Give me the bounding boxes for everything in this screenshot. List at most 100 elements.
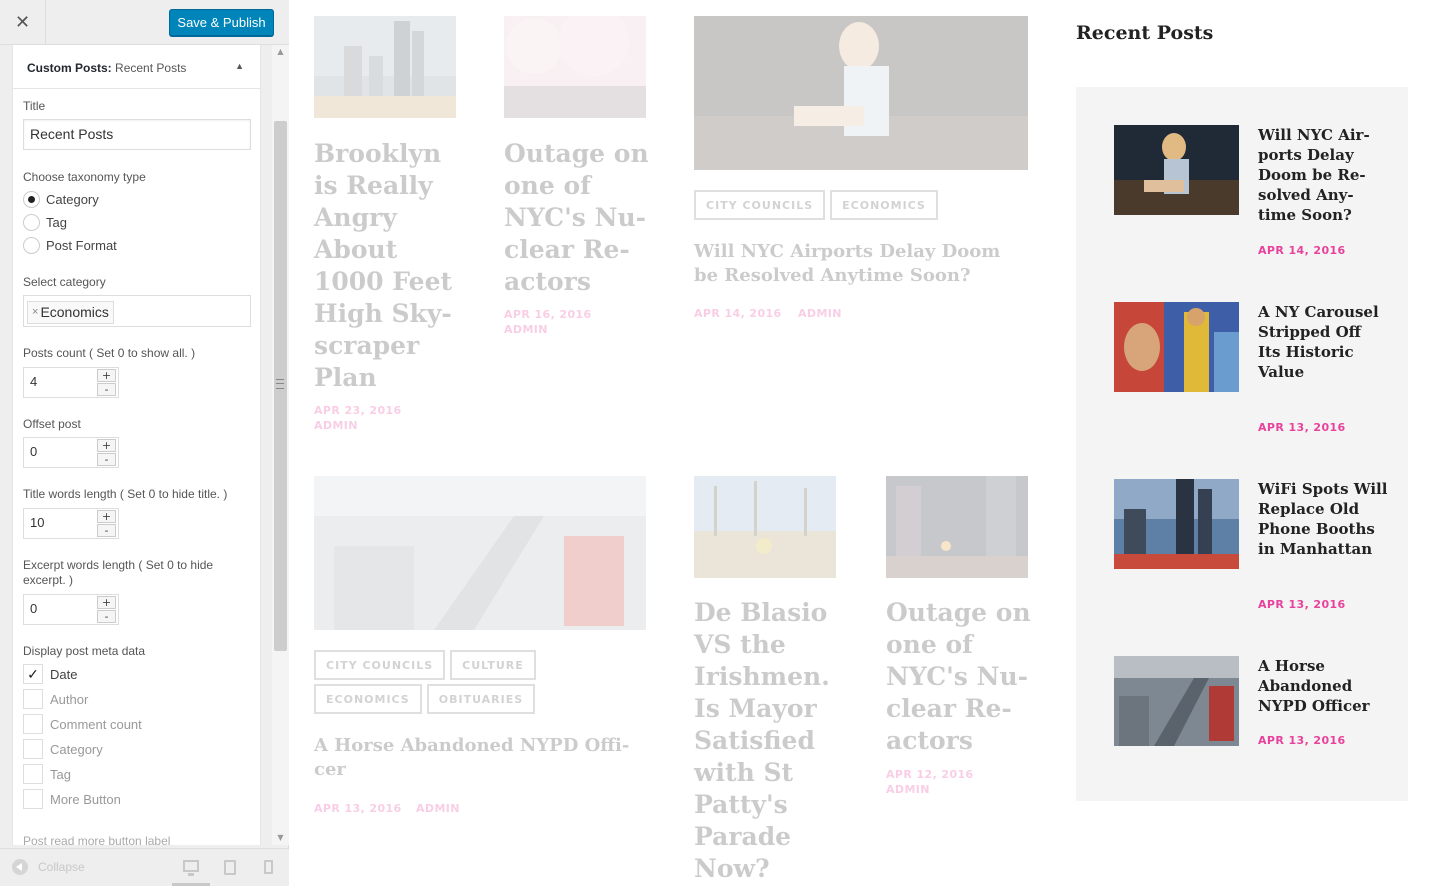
tag-badge[interactable]: CITY COUNCILS xyxy=(694,190,826,220)
meta-category-checkbox[interactable]: Category xyxy=(23,739,103,759)
collapse-button[interactable]: Collapse xyxy=(12,859,85,875)
post-author[interactable]: ADMIN xyxy=(314,419,358,432)
tablet-preview-icon[interactable] xyxy=(224,860,236,875)
widget-title-type: Custom Posts: xyxy=(27,61,112,75)
category-select[interactable]: × Economics xyxy=(23,295,251,327)
decrement-button[interactable]: - xyxy=(97,524,116,537)
checkbox[interactable] xyxy=(23,764,43,784)
post-date: APR 16, 2016 xyxy=(504,308,592,321)
radio-tag[interactable]: Tag xyxy=(23,212,67,232)
meta-date-checkbox[interactable]: ✓ Date xyxy=(23,664,77,684)
post-title[interactable]: Outage on one of NYC's Nu-clear Re-actor… xyxy=(886,597,1036,757)
post-title[interactable]: Outage on one of NYC's Nu-clear Re-actor… xyxy=(504,138,654,298)
tag-badge[interactable]: ECONOMICS xyxy=(830,190,938,220)
resize-grip-icon[interactable] xyxy=(276,379,284,389)
woman-sitting-image xyxy=(694,16,1028,170)
title-words-value[interactable]: 10 xyxy=(30,515,44,530)
offset-stepper[interactable]: 0 + - xyxy=(23,437,119,468)
post-thumbnail[interactable] xyxy=(314,476,646,630)
night-street-image xyxy=(886,476,1028,578)
recent-post-thumbnail[interactable] xyxy=(1114,302,1239,392)
collapse-up-icon[interactable]: ▲ xyxy=(235,61,244,71)
decrement-button[interactable]: - xyxy=(97,453,116,466)
recent-post-thumbnail[interactable] xyxy=(1114,656,1239,746)
post-thumbnail[interactable] xyxy=(314,16,456,118)
post-title[interactable]: A Horse Abandoned NYPD Offi-cer xyxy=(314,734,644,782)
meta-tag-checkbox[interactable]: Tag xyxy=(23,764,71,784)
title-input[interactable]: Recent Posts xyxy=(23,119,251,150)
post-author[interactable]: ADMIN xyxy=(416,802,460,815)
post-title[interactable]: De Blasio VS the Irishmen. Is Mayor Sati… xyxy=(694,597,844,885)
increment-button[interactable]: + xyxy=(97,510,116,523)
widget-panel: Custom Posts: Recent Posts ▲ Title Recen… xyxy=(12,45,261,845)
category-select-label: Select category xyxy=(23,275,106,289)
recent-post-title[interactable]: A NY Carousel Stripped Off Its Historic … xyxy=(1258,302,1388,382)
tag-badge[interactable]: CULTURE xyxy=(450,650,536,680)
checkbox-checked-icon[interactable]: ✓ xyxy=(23,664,43,684)
decrement-button[interactable]: - xyxy=(97,610,116,623)
chip-label: Economics xyxy=(40,304,109,320)
decrement-button[interactable]: - xyxy=(97,383,116,396)
radio-category[interactable]: Category xyxy=(23,189,99,209)
tag-badge[interactable]: CITY COUNCILS xyxy=(314,650,446,680)
post-author[interactable]: ADMIN xyxy=(504,323,548,336)
post-thumbnail[interactable] xyxy=(694,476,836,578)
desktop-preview-icon[interactable] xyxy=(183,860,199,876)
increment-button[interactable]: + xyxy=(97,439,116,452)
close-icon[interactable]: ✕ xyxy=(0,0,46,45)
customizer-header: ✕ Save & Publish xyxy=(0,0,289,45)
checkbox[interactable] xyxy=(23,789,43,809)
mobile-preview-icon[interactable] xyxy=(264,860,273,874)
sidebar-scrollbar[interactable]: ▲ ▼ xyxy=(272,45,289,845)
radio-button[interactable] xyxy=(23,213,40,231)
post-title[interactable]: Brooklyn is Really Angry About 1000 Feet… xyxy=(314,138,464,394)
meta-label: Display post meta data xyxy=(23,644,146,658)
tag-badge[interactable]: ECONOMICS xyxy=(314,684,422,714)
meta-comment-count-checkbox[interactable]: Comment count xyxy=(23,714,142,734)
excerpt-stepper[interactable]: 0 + - xyxy=(23,594,119,625)
recent-post-title[interactable]: A Horse Abandoned NYPD Officer xyxy=(1258,656,1388,716)
recent-post-thumbnail[interactable] xyxy=(1114,479,1239,569)
radio-button[interactable] xyxy=(23,190,40,208)
scroll-down-icon[interactable]: ▼ xyxy=(272,831,289,845)
radio-post-format[interactable]: Post Format xyxy=(23,235,117,255)
offset-value[interactable]: 0 xyxy=(30,444,37,459)
recent-post-thumbnail[interactable] xyxy=(1114,125,1239,215)
recent-post-title[interactable]: WiFi Spots Will Replace Old Phone Booths… xyxy=(1258,479,1388,559)
checkbox[interactable] xyxy=(23,714,43,734)
post-thumbnail[interactable] xyxy=(694,16,1028,170)
recent-post-title[interactable]: Will NYC Air-ports Delay Doom be Re-solv… xyxy=(1258,125,1388,225)
scroll-up-icon[interactable]: ▲ xyxy=(272,45,289,59)
meta-author-checkbox[interactable]: Author xyxy=(23,689,88,709)
checkbox-label: Tag xyxy=(50,766,71,782)
tag-badge[interactable]: OBITUARIES xyxy=(426,684,536,714)
collapse-label: Collapse xyxy=(38,860,85,874)
posts-count-value[interactable]: 4 xyxy=(30,374,37,389)
post-author[interactable]: ADMIN xyxy=(798,307,842,320)
post-title[interactable]: Will NYC Airports Delay Doom be Resolved… xyxy=(694,240,1024,288)
customizer-sidebar: ✕ Save & Publish Custom Posts: Recent Po… xyxy=(0,0,289,886)
meta-more-button-checkbox[interactable]: More Button xyxy=(23,789,121,809)
posts-count-stepper[interactable]: 4 + - xyxy=(23,367,119,398)
title-words-label: Title words length ( Set 0 to hide title… xyxy=(23,487,228,501)
category-chip: × Economics xyxy=(27,300,114,324)
post-date: APR 13, 2016 xyxy=(314,802,402,815)
post-author[interactable]: ADMIN xyxy=(886,783,930,796)
title-words-stepper[interactable]: 10 + - xyxy=(23,508,119,539)
widget-header[interactable]: Custom Posts: Recent Posts ▲ xyxy=(12,45,261,89)
skyline-image xyxy=(314,16,456,118)
increment-button[interactable]: + xyxy=(97,369,116,382)
save-publish-button[interactable]: Save & Publish xyxy=(169,9,274,36)
increment-button[interactable]: + xyxy=(97,596,116,609)
escalator-crowd-image xyxy=(1114,656,1239,746)
checkbox[interactable] xyxy=(23,689,43,709)
recent-post-date: APR 13, 2016 xyxy=(1258,734,1346,747)
excerpt-value[interactable]: 0 xyxy=(30,601,37,616)
post-thumbnail[interactable] xyxy=(886,476,1028,578)
recent-posts-heading: Recent Posts xyxy=(1076,22,1214,44)
checkbox[interactable] xyxy=(23,739,43,759)
remove-chip-icon[interactable]: × xyxy=(32,306,38,318)
title-label: Title xyxy=(23,99,46,113)
post-thumbnail[interactable] xyxy=(504,16,646,118)
radio-button[interactable] xyxy=(23,236,40,254)
